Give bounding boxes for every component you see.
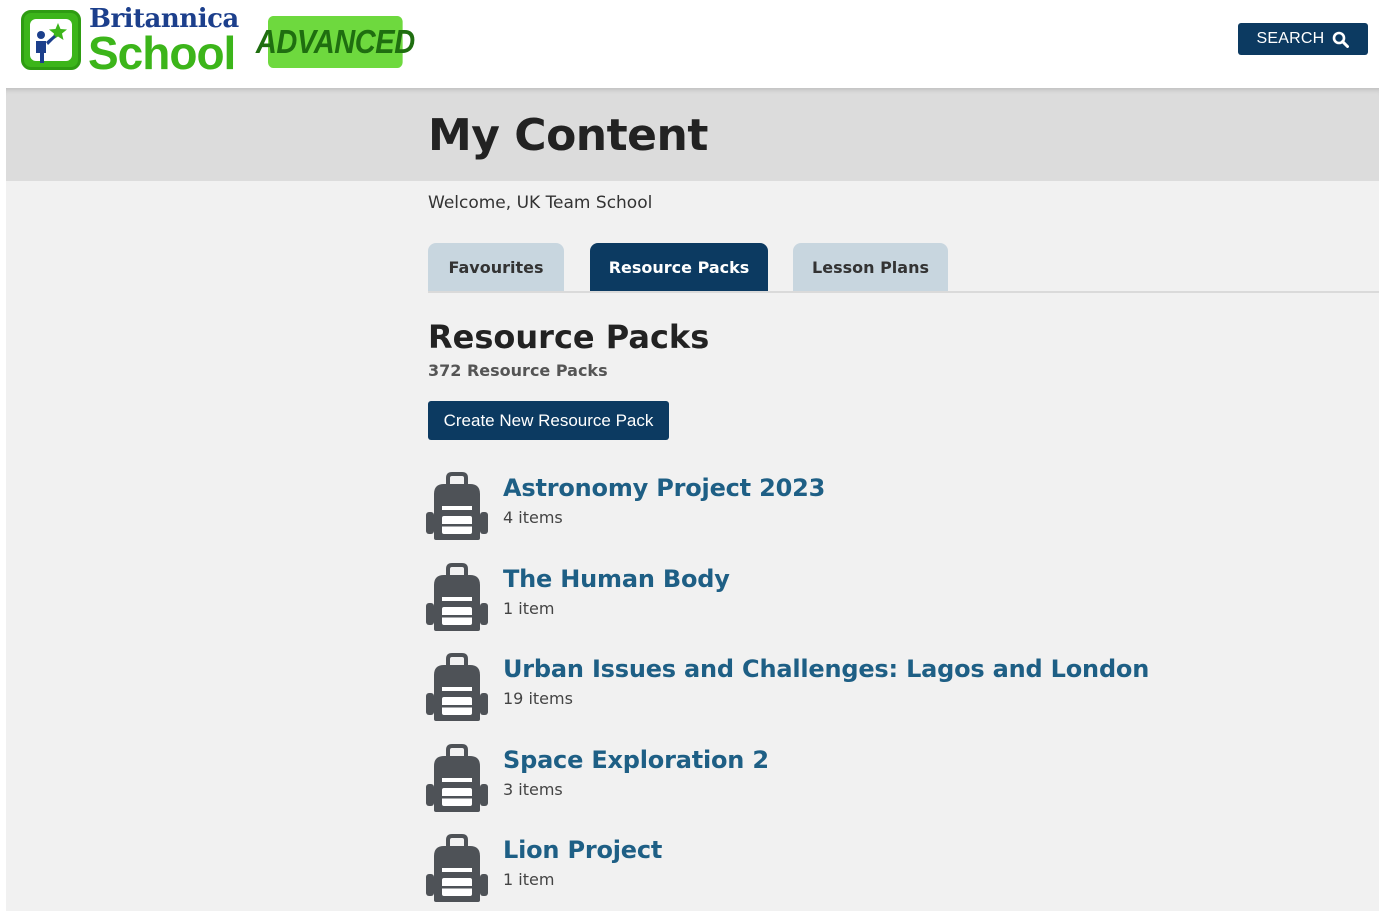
- search-icon: [1333, 31, 1350, 48]
- content-tabs: Favourites Resource Packs Lesson Plans: [428, 243, 1379, 293]
- search-button-label: SEARCH: [1256, 30, 1325, 47]
- tab-resource-packs[interactable]: Resource Packs: [590, 243, 768, 291]
- backpack-icon: [426, 743, 488, 812]
- pack-item-count: 3 items: [503, 779, 563, 799]
- backpack-icon: [426, 653, 488, 721]
- logo-mark-icon: [21, 10, 81, 70]
- pack-item-count: 1 item: [503, 598, 555, 618]
- create-resource-pack-button[interactable]: Create New Resource Pack: [428, 401, 669, 440]
- logo-school-text: School: [88, 27, 236, 79]
- pack-title-link[interactable]: Astronomy Project 2023: [503, 474, 825, 502]
- list-item: Astronomy Project 2023 4 items: [426, 472, 1326, 563]
- list-item: Lion Project 1 item: [426, 834, 1326, 911]
- backpack-icon: [426, 472, 488, 540]
- pack-item-count: 19 items: [503, 689, 573, 708]
- backpack-icon: [426, 834, 488, 902]
- pack-title-link[interactable]: The Human Body: [503, 565, 730, 593]
- page: Britannica School ADVANCED SEARCH My Con…: [0, 0, 1383, 911]
- backpack-icon: [426, 562, 488, 631]
- welcome-message: Welcome, UK Team School: [428, 193, 653, 213]
- list-item: Space Exploration 2 3 items: [426, 743, 1326, 835]
- pack-title-link[interactable]: Lion Project: [503, 836, 662, 864]
- pack-title-link[interactable]: Space Exploration 2: [503, 746, 769, 774]
- search-button[interactable]: SEARCH: [1238, 23, 1368, 55]
- tabs-divider: [428, 291, 1379, 293]
- tab-lesson-plans[interactable]: Lesson Plans: [793, 243, 948, 291]
- pack-item-count: 4 items: [503, 508, 563, 527]
- logo-advanced-badge: ADVANCED: [256, 16, 415, 68]
- pack-item-count: 1 item: [503, 870, 555, 889]
- page-title: My Content: [428, 110, 708, 161]
- tab-favourites[interactable]: Favourites: [428, 243, 564, 291]
- list-item: The Human Body 1 item: [426, 562, 1326, 654]
- resource-pack-count: 372 Resource Packs: [428, 361, 608, 380]
- pack-title-link[interactable]: Urban Issues and Challenges: Lagos and L…: [503, 655, 1149, 683]
- section-title: Resource Packs: [428, 318, 710, 356]
- resource-pack-list: Astronomy Project 2023 4 items The Human…: [426, 472, 1326, 911]
- list-item: Urban Issues and Challenges: Lagos and L…: [426, 653, 1326, 744]
- site-header: Britannica School ADVANCED SEARCH: [0, 0, 1383, 88]
